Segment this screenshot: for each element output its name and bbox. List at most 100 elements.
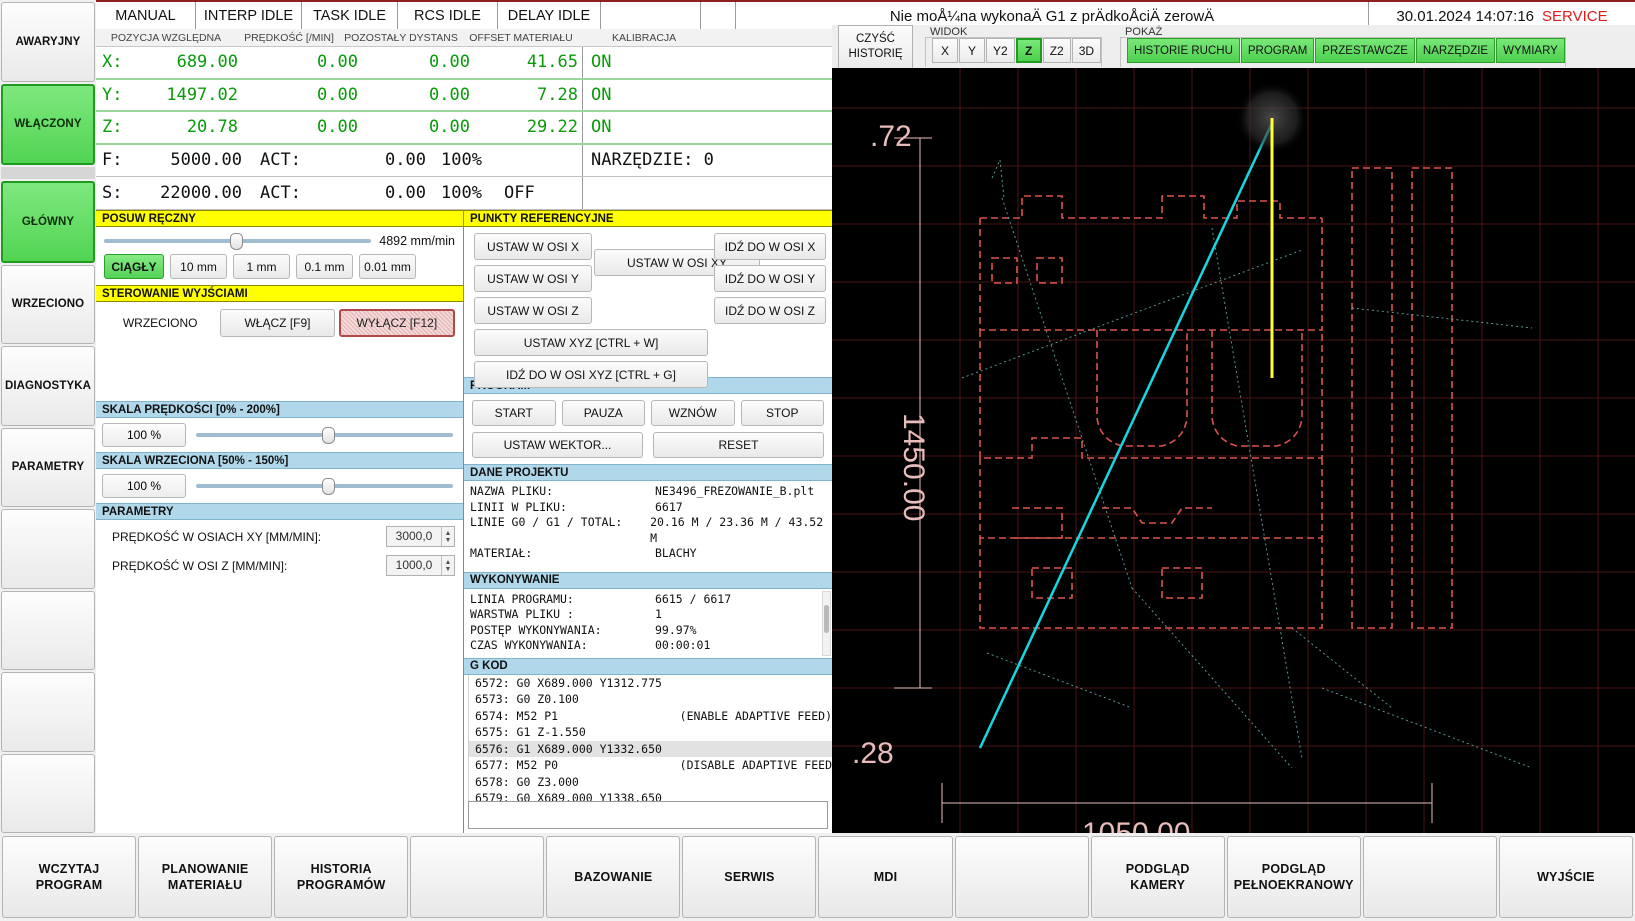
output-on-button[interactable]: WŁĄCZ [F9] bbox=[220, 309, 335, 337]
jog-step-0.01mm[interactable]: 0.01 mm bbox=[359, 254, 416, 279]
gcode-listing[interactable]: 6572: G0 X689.000 Y1312.775 6573: G0 Z0.… bbox=[468, 674, 832, 807]
slider-knob[interactable] bbox=[321, 427, 335, 444]
goto-origin-x-button[interactable]: IDŹ DO W OSI X bbox=[714, 233, 826, 260]
homing-button[interactable]: BAZOWANIE bbox=[546, 836, 681, 918]
program-stop-button[interactable]: STOP bbox=[740, 400, 824, 426]
clear-history-button[interactable]: CZYŚĆ HISTORIĘ bbox=[838, 25, 913, 68]
gcode-line[interactable]: 6573: G0 Z0.100 bbox=[469, 691, 832, 708]
sidebar-item-enabled[interactable]: WŁĄCZONY bbox=[1, 83, 95, 165]
view-button-z2[interactable]: Z2 bbox=[1042, 38, 1071, 63]
slider-knob[interactable] bbox=[321, 478, 335, 495]
set-origin-x-button[interactable]: USTAW W OSI X bbox=[474, 233, 592, 260]
goto-origin-y-button[interactable]: IDŹ DO W OSI Y bbox=[714, 265, 826, 292]
load-program-button[interactable]: WCZYTAJ PROGRAM bbox=[2, 836, 137, 918]
jog-rate-slider[interactable] bbox=[104, 233, 372, 250]
view-button-3d[interactable]: 3D bbox=[1071, 38, 1102, 63]
sidebar-item-parameters[interactable]: PARAMETRY bbox=[1, 427, 95, 507]
axis-speed-z: 0.00 bbox=[317, 117, 358, 138]
scrollbar-thumb[interactable] bbox=[824, 605, 829, 634]
goto-origin-z-button[interactable]: IDŹ DO W OSI Z bbox=[714, 297, 826, 324]
view-button-z[interactable]: Z bbox=[1015, 38, 1042, 63]
stepper-arrows-icon[interactable]: ▲ ▼ bbox=[441, 556, 454, 575]
parameter-stepper-xy[interactable]: 3000,0 ▲ ▼ bbox=[386, 526, 455, 547]
slider-knob[interactable] bbox=[229, 233, 243, 250]
bottom-empty-3[interactable] bbox=[1362, 836, 1497, 918]
program-buttons-row: START PAUZA WZNÓW STOP bbox=[464, 394, 832, 429]
reference-buttons-grid: USTAW W OSI X USTAW W OSI Y USTAW W OSI … bbox=[464, 227, 832, 388]
stepper-arrows-icon[interactable]: ▲ ▼ bbox=[441, 527, 454, 546]
execution-scrollbar[interactable] bbox=[822, 590, 831, 656]
camera-preview-button[interactable]: PODGLĄD KAMERY bbox=[1090, 836, 1225, 918]
gcode-line[interactable]: 6578: G0 Z3.000 bbox=[469, 774, 832, 791]
tab-task-idle[interactable]: TASK IDLE bbox=[302, 2, 398, 31]
sidebar-item-empty-3[interactable] bbox=[1, 672, 95, 752]
spindle-scale-slider[interactable] bbox=[196, 478, 453, 495]
gcode-line[interactable]: 6577: M52 P0 (DISABLE ADAPTIVE FEED bbox=[469, 757, 832, 774]
feed-scale-value[interactable]: 100 % bbox=[102, 423, 186, 447]
button-label: HISTORIE RUCHU bbox=[1134, 44, 1233, 57]
program-pause-button[interactable]: PAUZA bbox=[561, 400, 645, 426]
cad-viewport[interactable]: .72 1450.00 .28 1050.00 bbox=[832, 68, 1635, 833]
sidebar-item-emergency[interactable]: AWARYJNY bbox=[1, 2, 95, 82]
dro-header-speed: PRĘDKOŚĆ [/MIN] bbox=[244, 31, 334, 44]
show-button-rapids[interactable]: PRZESTAWCZE bbox=[1315, 38, 1415, 63]
set-origin-xyz-button[interactable]: USTAW XYZ [CTRL + W] bbox=[474, 329, 708, 356]
gcode-line[interactable]: 6574: M52 P1 (ENABLE ADAPTIVE FEED) bbox=[469, 708, 832, 725]
program-start-button[interactable]: START bbox=[472, 400, 556, 426]
show-button-tool[interactable]: NARZĘDZIE bbox=[1415, 38, 1496, 63]
gcode-line[interactable]: 6575: G1 Z-1.550 bbox=[469, 724, 832, 741]
set-origin-z-button[interactable]: USTAW W OSI Z bbox=[474, 297, 592, 324]
program-history-button[interactable]: HISTORIA PROGRAMÓW bbox=[274, 836, 409, 918]
service-button[interactable]: SERWIS bbox=[682, 836, 817, 918]
set-vector-button[interactable]: USTAW WEKTOR... bbox=[472, 432, 643, 458]
bottom-empty-2[interactable] bbox=[954, 836, 1089, 918]
program-resume-button[interactable]: WZNÓW bbox=[651, 400, 735, 426]
gcode-line-current[interactable]: 6576: G1 X689.000 Y1332.650 bbox=[469, 740, 832, 757]
show-button-motion-history[interactable]: HISTORIE RUCHU bbox=[1127, 38, 1240, 63]
mdi-button[interactable]: MDI bbox=[818, 836, 953, 918]
output-off-button[interactable]: WYŁĄCZ [F12] bbox=[338, 309, 455, 337]
material-planning-button[interactable]: PLANOWANIE MATERIAŁU bbox=[138, 836, 273, 918]
sidebar-item-empty-1[interactable] bbox=[1, 509, 95, 589]
show-button-program[interactable]: PROGRAM bbox=[1240, 38, 1315, 63]
fullscreen-preview-button[interactable]: PODGLĄD PEŁNOEKRANOWY bbox=[1226, 836, 1361, 918]
sidebar-item-spindle[interactable]: WRZECIONO bbox=[1, 264, 95, 344]
bottom-empty-1[interactable] bbox=[410, 836, 545, 918]
tab-rcs-idle[interactable]: RCS IDLE bbox=[398, 2, 498, 31]
axis-distance-x: 0.00 bbox=[429, 52, 470, 73]
spindle-scale-value[interactable]: 100 % bbox=[102, 474, 186, 498]
view-button-x[interactable]: X bbox=[932, 38, 958, 63]
feed-label: F: bbox=[102, 150, 123, 171]
sidebar-item-diagnostics[interactable]: DIAGNOSTYKA bbox=[1, 346, 95, 426]
feed-scale-slider[interactable] bbox=[196, 427, 453, 444]
parameter-stepper-z[interactable]: 1000,0 ▲ ▼ bbox=[386, 555, 455, 576]
show-button-dimensions[interactable]: WYMIARY bbox=[1496, 38, 1565, 63]
feed-values: F: 5000.00 ACT: 0.00 100% bbox=[96, 144, 583, 176]
clear-history-line2: HISTORIĘ bbox=[848, 48, 903, 60]
sidebar-item-empty-4[interactable] bbox=[1, 753, 95, 833]
view-button-y[interactable]: Y bbox=[959, 38, 985, 63]
view-button-y2[interactable]: Y2 bbox=[986, 38, 1015, 63]
sidebar-item-empty-2[interactable] bbox=[1, 590, 95, 670]
tab-empty-2[interactable] bbox=[701, 2, 736, 31]
project-value: 6617 bbox=[655, 499, 683, 514]
reset-button[interactable]: RESET bbox=[653, 432, 824, 458]
tab-interp-idle[interactable]: INTERP IDLE bbox=[196, 2, 302, 31]
jog-step-10mm[interactable]: 10 mm bbox=[170, 254, 227, 279]
tab-delay-idle[interactable]: DELAY IDLE bbox=[498, 2, 601, 31]
tab-empty-1[interactable] bbox=[601, 2, 701, 31]
goto-origin-xyz-button[interactable]: IDŹ DO W OSI XYZ [CTRL + G] bbox=[474, 361, 708, 388]
jog-step-0.1mm[interactable]: 0.1 mm bbox=[296, 254, 353, 279]
parameter-value-xy[interactable]: 3000,0 bbox=[387, 527, 441, 546]
spindle-act-value: 0.00 bbox=[385, 182, 426, 203]
gcode-line[interactable]: 6572: G0 X689.000 Y1312.775 bbox=[469, 675, 832, 692]
set-origin-y-button[interactable]: USTAW W OSI Y bbox=[474, 265, 592, 292]
jog-step-1mm[interactable]: 1 mm bbox=[233, 254, 290, 279]
axis-speed-x: 0.00 bbox=[317, 52, 358, 73]
tab-manual[interactable]: MANUAL bbox=[96, 2, 196, 31]
exit-button[interactable]: WYJŚCIE bbox=[1498, 836, 1633, 918]
sidebar-item-main[interactable]: GŁÓWNY bbox=[1, 181, 95, 263]
parameter-value-z[interactable]: 1000,0 bbox=[387, 556, 441, 575]
jog-step-continuous[interactable]: CIĄGŁY bbox=[104, 254, 164, 279]
spindle-act-label: ACT: bbox=[260, 182, 301, 203]
